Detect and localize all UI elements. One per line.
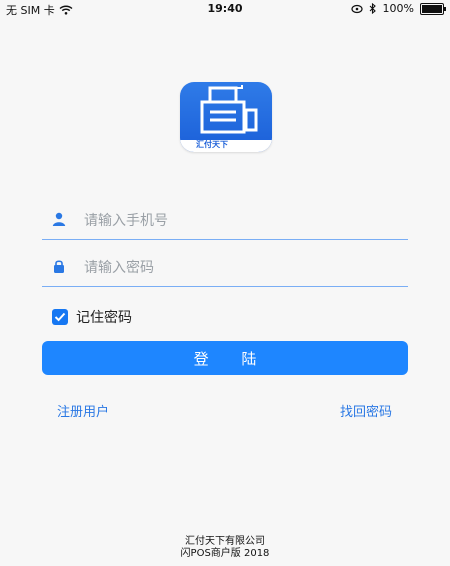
status-right: 100% — [350, 2, 446, 15]
pos-terminal-icon — [200, 85, 258, 134]
logo-text: 汇付天下 — [196, 140, 228, 149]
footer-company: 汇付天下有限公司 — [185, 536, 265, 547]
status-bar: 无 SIM 卡 19:40 100% — [0, 0, 450, 18]
password-field — [42, 246, 408, 287]
login-button[interactable]: 登 陆 — [42, 341, 408, 375]
check-icon — [54, 312, 66, 322]
remember-checkbox[interactable] — [52, 309, 68, 325]
footer-version: 闪POS商户版 2018 — [180, 548, 270, 559]
bluetooth-icon — [369, 3, 376, 14]
remember-password[interactable]: 记住密码 — [52, 307, 132, 327]
remember-label: 记住密码 — [76, 310, 132, 326]
user-icon — [52, 212, 66, 226]
phone-input[interactable] — [82, 207, 396, 235]
password-input[interactable] — [82, 254, 396, 282]
battery-percent: 100% — [382, 2, 414, 15]
app-logo: 汇付天下 — [180, 82, 272, 152]
battery-icon — [420, 2, 446, 15]
register-link[interactable]: 注册用户 — [57, 401, 109, 420]
orientation-lock-icon — [350, 4, 363, 13]
forgot-password-link[interactable]: 找回密码 — [340, 401, 392, 420]
footer: 汇付天下有限公司 闪POS商户版 2018 — [0, 536, 450, 560]
lock-icon — [54, 260, 64, 273]
phone-field — [42, 199, 408, 240]
